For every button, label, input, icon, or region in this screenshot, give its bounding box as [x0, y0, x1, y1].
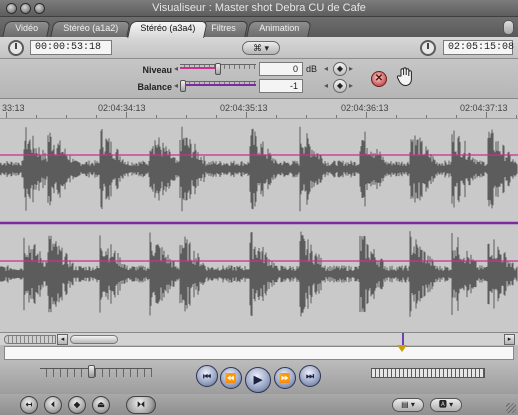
duration-timecode-field[interactable]: 00:00:53:18	[30, 40, 112, 55]
level-unit-label: dB	[306, 64, 318, 74]
toolbar: 00:00:53:18 ⌘ ▾ 02:05:15:08	[0, 37, 518, 59]
prev-keyframe-balance-icon[interactable]: ◂	[324, 81, 328, 90]
play-button[interactable]: ▶	[245, 367, 271, 393]
level-keyframe-button[interactable]: ◆	[333, 62, 347, 76]
clip-duration-clock-icon	[8, 40, 24, 56]
level-decrease-arrow-icon[interactable]: ◂	[174, 64, 178, 73]
reset-button[interactable]: ✕	[371, 71, 387, 87]
ruler-tick	[486, 112, 487, 118]
level-value-field[interactable]: 0	[259, 62, 303, 76]
balance-label: Balance	[137, 82, 172, 92]
go-to-next-edit-button[interactable]: ⏭	[299, 365, 321, 387]
ruler-tick	[456, 115, 457, 118]
tab-strip: Vidéo Stéréo (a1a2) Stéréo (a3a4) Filtre…	[0, 17, 518, 38]
current-time-clock-icon	[420, 40, 436, 56]
mark-clip-button[interactable]: ⏴	[44, 396, 62, 414]
shuttle-slider[interactable]	[40, 365, 152, 378]
prev-keyframe-level-icon[interactable]: ◂	[324, 64, 328, 73]
ruler-tick	[186, 115, 187, 118]
left-channel-waveform	[0, 126, 518, 212]
audio-controls: Niveau ◂ ▸ 0 dB ◂ ◆ ▸ Balance ◂ ▸ -1 ◂ ◆…	[0, 59, 518, 99]
ruler-label: 02:04:35:13	[220, 103, 268, 113]
window-resize-grip[interactable]	[506, 403, 516, 413]
level-slider-fill	[180, 67, 218, 69]
ruler-tick	[126, 112, 127, 118]
mark-in-out-button[interactable]: ⏵⏴	[126, 396, 156, 414]
tab-video[interactable]: Vidéo	[2, 21, 51, 37]
level-label: Niveau	[142, 65, 172, 75]
ruler-tick	[246, 112, 247, 118]
scrubber-bar[interactable]	[4, 345, 514, 360]
playhead-icon[interactable]	[397, 345, 407, 352]
balance-slider[interactable]	[180, 80, 256, 92]
drag-hand-button[interactable]: ⌘ ▾	[242, 41, 280, 55]
ruler-tick	[6, 112, 7, 118]
timeline-ruler[interactable]: 33:13 02:04:34:13 02:04:35:13 02:04:36:1…	[0, 99, 518, 119]
ruler-tick	[66, 115, 67, 118]
ruler-label: 02:04:37:13	[460, 103, 508, 113]
ruler-tick	[366, 112, 367, 118]
tab-stereo-a1a2[interactable]: Stéréo (a1a2)	[50, 21, 131, 37]
ruler-tick	[396, 115, 397, 118]
audio-waveform-area[interactable]	[0, 119, 518, 332]
play-in-to-out-button[interactable]: ⏪	[220, 367, 242, 389]
balance-keyframe-button[interactable]: ◆	[333, 79, 347, 93]
timeline-scrollbar[interactable]: ◂ ▸	[0, 332, 518, 345]
level-slider[interactable]	[180, 63, 256, 75]
ruler-tick	[156, 115, 157, 118]
ruler-tick	[306, 115, 307, 118]
play-around-current-button[interactable]: ⏩	[274, 367, 296, 389]
scroll-thumb[interactable]	[70, 335, 118, 344]
ruler-tick	[336, 115, 337, 118]
ruler-tick	[426, 115, 427, 118]
tab-animation[interactable]: Animation	[246, 21, 312, 37]
window-titlebar: Visualiseur : Master shot Debra CU de Ca…	[0, 0, 518, 17]
tab-scroll-button[interactable]	[503, 20, 514, 35]
transport-controls: ⏮ ⏪ ▶ ⏩ ⏭	[0, 360, 518, 394]
next-keyframe-level-icon[interactable]: ▸	[349, 64, 353, 73]
add-marker-button[interactable]: ⏏	[92, 396, 110, 414]
playhead-marker	[402, 333, 404, 345]
ruler-tick	[216, 115, 217, 118]
balance-slider-thumb[interactable]	[180, 80, 186, 92]
scroll-left-arrow-icon[interactable]: ◂	[57, 334, 68, 345]
view-options-popup[interactable]: ▤ ▾	[392, 398, 424, 412]
drag-hand-icon[interactable]	[396, 67, 414, 87]
ruler-label: 02:04:34:13	[98, 103, 146, 113]
ruler-tick	[96, 115, 97, 118]
next-keyframe-balance-icon[interactable]: ▸	[349, 81, 353, 90]
ruler-tick	[276, 115, 277, 118]
window-title: Visualiseur : Master shot Debra CU de Ca…	[152, 2, 366, 14]
right-channel-waveform	[0, 231, 518, 317]
shuttle-thumb[interactable]	[88, 365, 95, 378]
level-slider-thumb[interactable]	[215, 63, 221, 75]
go-to-previous-edit-button[interactable]: ⏮	[196, 365, 218, 387]
scroll-right-arrow-icon[interactable]: ▸	[504, 334, 515, 345]
ruler-tick	[36, 115, 37, 118]
balance-slider-fill	[180, 84, 256, 86]
ruler-label: 02:04:36:13	[341, 103, 389, 113]
tab-stereo-a3a4[interactable]: Stéréo (a3a4)	[127, 21, 208, 38]
jog-control[interactable]	[371, 368, 485, 378]
current-timecode-field[interactable]: 02:05:15:08	[443, 40, 514, 55]
zoom-slider[interactable]	[4, 335, 56, 344]
ruler-tick	[516, 115, 517, 118]
balance-decrease-arrow-icon[interactable]: ◂	[174, 81, 178, 90]
balance-value-field[interactable]: -1	[259, 79, 303, 93]
overlay-options-popup[interactable]: 🅰 ▾	[430, 398, 462, 412]
match-frame-button[interactable]: ↤	[20, 396, 38, 414]
waveform-graph[interactable]	[0, 119, 518, 332]
bottom-button-bar: ↤ ⏴ ◆ ⏏ ⏵⏴ ▤ ▾ 🅰 ▾	[0, 394, 518, 415]
add-keyframe-button[interactable]: ◆	[68, 396, 86, 414]
